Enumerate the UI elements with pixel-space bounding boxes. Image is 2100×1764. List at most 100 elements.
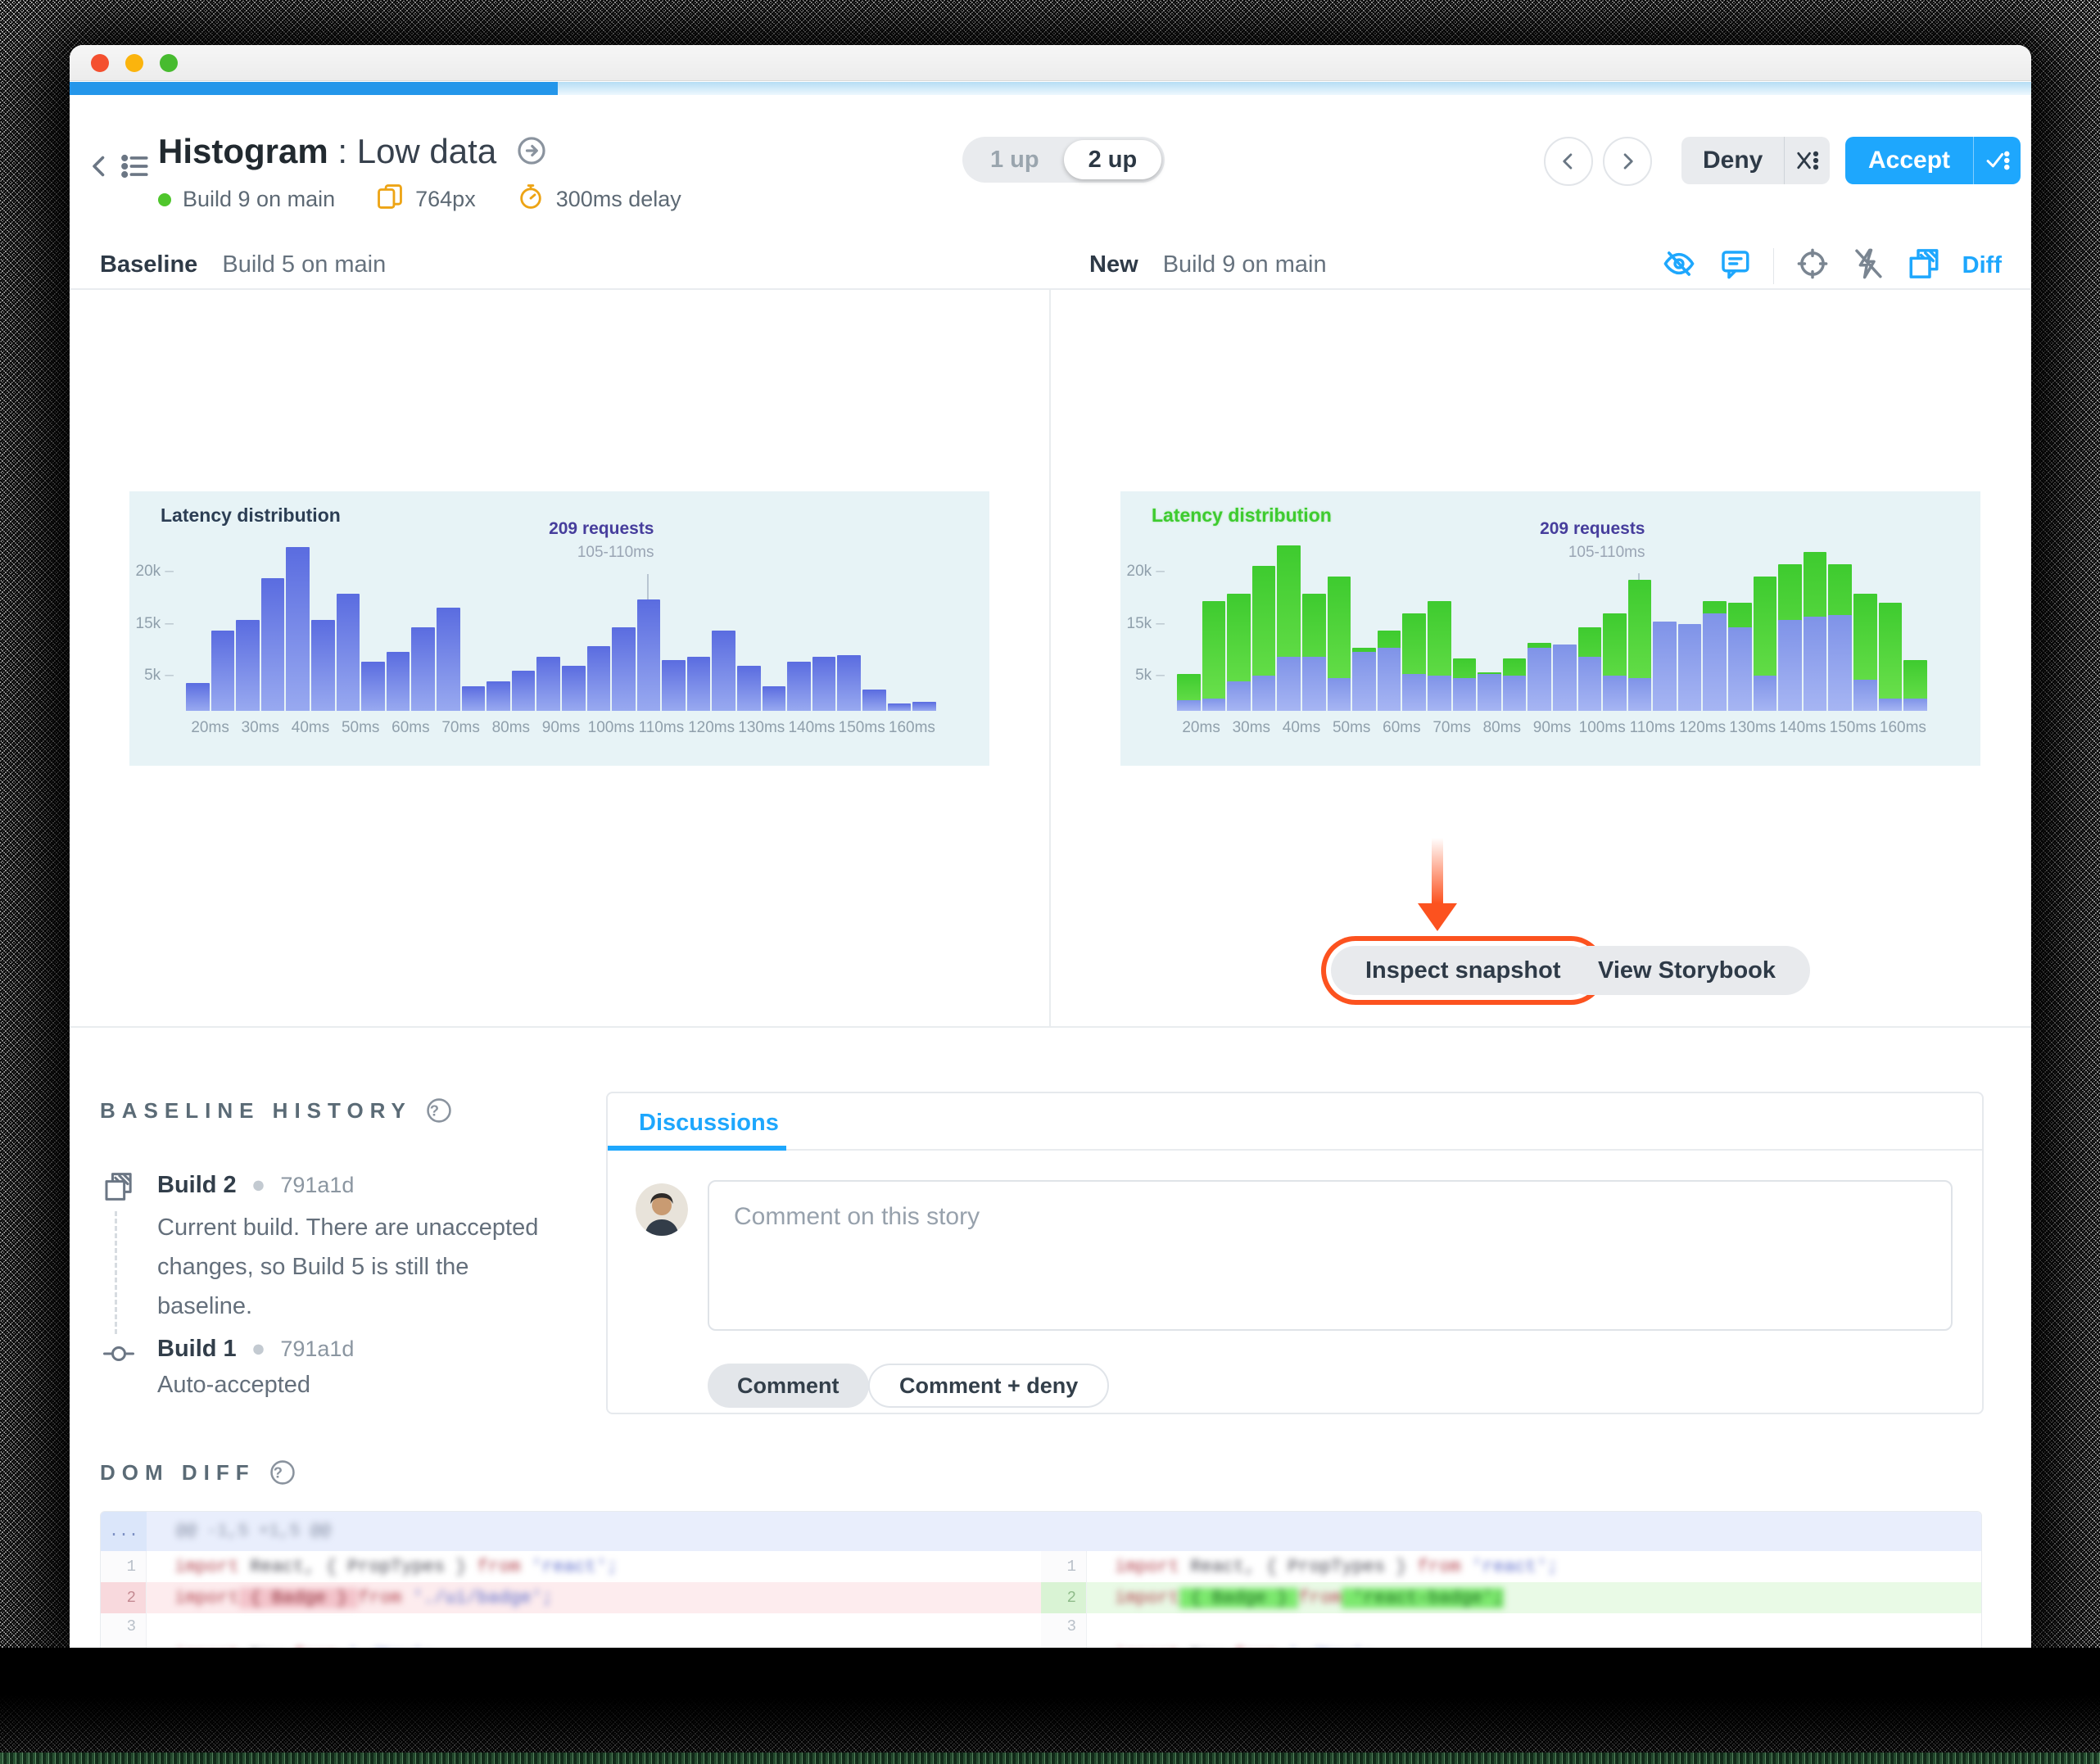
x-tick-label: 150ms (838, 719, 885, 736)
inspect-snapshot-button[interactable]: Inspect snapshot (1331, 946, 1595, 995)
toggle-2up[interactable]: 2 up (1063, 140, 1162, 179)
histogram-bar (235, 536, 260, 711)
comment-input[interactable] (708, 1180, 1953, 1331)
x-tick-label: 100ms (587, 719, 635, 736)
x-tick-label: 40ms (291, 719, 330, 736)
histogram-bar (836, 536, 862, 711)
histogram-bar (1401, 536, 1427, 711)
x-tick-label: 20ms (191, 719, 229, 736)
histogram-bar (336, 536, 361, 711)
histogram-bar (1602, 536, 1627, 711)
x-tick-label: 90ms (1532, 719, 1572, 736)
histogram-bar (912, 536, 937, 711)
dom-diff-heading: DOM DIFF ? (100, 1459, 296, 1486)
histogram-bar (360, 536, 386, 711)
app-window: Histogram : Low data Build 9 on main 764… (70, 45, 2031, 1648)
x-tick-label: 140ms (1779, 719, 1826, 736)
accept-button[interactable]: Accept (1845, 137, 2021, 184)
diff-icon[interactable] (1907, 247, 1941, 285)
histogram-bar (1301, 536, 1327, 711)
zoom-window-button[interactable] (160, 53, 178, 72)
histogram-bar (260, 536, 286, 711)
new-build: Build 9 on main (1162, 251, 1327, 278)
histogram-bar (210, 536, 236, 711)
story-name: Low data (356, 132, 497, 170)
snapshot-view-toggle: 1 up 2 up (962, 137, 1165, 183)
histogram-bar (1351, 536, 1377, 711)
baseline-snapshot-chart[interactable]: Latency distribution 209 requests 105-11… (129, 491, 989, 766)
histogram-bar (1276, 536, 1301, 711)
histogram-bar (786, 536, 812, 711)
histogram-bar (285, 536, 310, 711)
chart-plot: 20k 15k 5k (1127, 536, 1928, 711)
histogram-bar (636, 536, 662, 711)
toggle-1up[interactable]: 1 up (966, 140, 1064, 179)
comments-icon[interactable] (1718, 247, 1752, 285)
flash-off-icon[interactable] (1851, 247, 1885, 285)
x-tick-label: 90ms (541, 719, 581, 736)
histogram-bar (586, 536, 612, 711)
history-item-build-2[interactable]: Build 2 ● 791a1d (157, 1172, 354, 1199)
dom-diff-viewer[interactable]: ... @@ -1,5 +1,5 @@ 1 import React, { Pr… (100, 1511, 1982, 1648)
x-tick-label: 160ms (888, 719, 935, 736)
x-tick-label: 120ms (1679, 719, 1727, 736)
x-tick-label: 50ms (1332, 719, 1371, 736)
x-tick-label: 130ms (738, 719, 785, 736)
svg-text:?: ? (273, 1463, 292, 1481)
hunk-header-text: @@ -1,5 +1,5 @@ (176, 1522, 332, 1541)
histogram-bar (1502, 536, 1527, 711)
line-number: 3 (1041, 1613, 1087, 1640)
hide-baseline-icon[interactable] (1662, 247, 1696, 285)
help-icon[interactable]: ? (425, 1097, 453, 1124)
baseline-history-heading: BASELINE HISTORY ? (100, 1097, 453, 1124)
page-title: Histogram : Low data (158, 132, 547, 171)
story-list-icon[interactable] (117, 148, 153, 184)
new-snapshot-chart[interactable]: Latency distribution 209 requests 105-11… (1120, 491, 1980, 766)
x-tick-label: 40ms (1282, 719, 1321, 736)
deny-button[interactable]: Deny (1681, 137, 1831, 184)
help-icon[interactable]: ? (269, 1459, 296, 1486)
comment-button[interactable]: Comment (708, 1364, 869, 1408)
histogram-bar (461, 536, 487, 711)
history-item-build-1[interactable]: Build 1 ● 791a1d (157, 1336, 354, 1363)
diff-line: 1 import React, { PropTypes } from 'reac… (101, 1551, 1041, 1582)
go-to-story-icon[interactable] (516, 135, 547, 174)
histogram-bar (1226, 536, 1251, 711)
active-tab-underline (608, 1146, 786, 1151)
histogram-bar (1251, 536, 1277, 711)
y-tick-label: 5k (1135, 667, 1165, 685)
deny-batch-icon[interactable] (1784, 137, 1830, 184)
diff-toggle-label[interactable]: Diff (1962, 252, 2002, 279)
viewport-label: 764px (415, 187, 476, 211)
diff-right-column: 1 import React, { PropTypes } from 'reac… (1041, 1551, 1981, 1648)
histogram-bar (736, 536, 762, 711)
histogram-bar (611, 536, 636, 711)
view-storybook-button[interactable]: View Storybook (1564, 946, 1811, 995)
close-window-button[interactable] (91, 53, 109, 72)
histogram-bar (1176, 536, 1202, 711)
diff-hunk-header: ... @@ -1,5 +1,5 @@ (101, 1512, 1981, 1551)
comment-button-label: Comment (737, 1373, 840, 1398)
x-tick-label: 60ms (1383, 719, 1421, 736)
line-number: 1 (101, 1551, 147, 1582)
back-icon[interactable] (84, 152, 114, 181)
next-snapshot-button[interactable] (1603, 137, 1652, 186)
accept-batch-icon[interactable] (1973, 137, 2021, 184)
x-tick-label: 60ms (391, 719, 430, 736)
minimize-window-button[interactable] (125, 53, 143, 72)
histogram-bar (1377, 536, 1402, 711)
baseline-history-title: BASELINE HISTORY (100, 1097, 412, 1123)
previous-snapshot-button[interactable] (1544, 137, 1593, 186)
focus-icon[interactable] (1795, 247, 1830, 285)
histogram-bar (762, 536, 787, 711)
histogram-bar (386, 536, 411, 711)
comment-deny-button[interactable]: Comment + deny (868, 1364, 1110, 1408)
histogram-bar (1652, 536, 1677, 711)
line-number: 2 (101, 1582, 147, 1613)
diff-line-empty: 3 (101, 1613, 1041, 1640)
commit-icon (101, 1337, 137, 1374)
line-number: 1 (1041, 1551, 1087, 1582)
histogram-bar (1753, 536, 1778, 711)
tab-discussions[interactable]: Discussions (639, 1110, 779, 1137)
y-tick-label: 20k (136, 563, 174, 581)
